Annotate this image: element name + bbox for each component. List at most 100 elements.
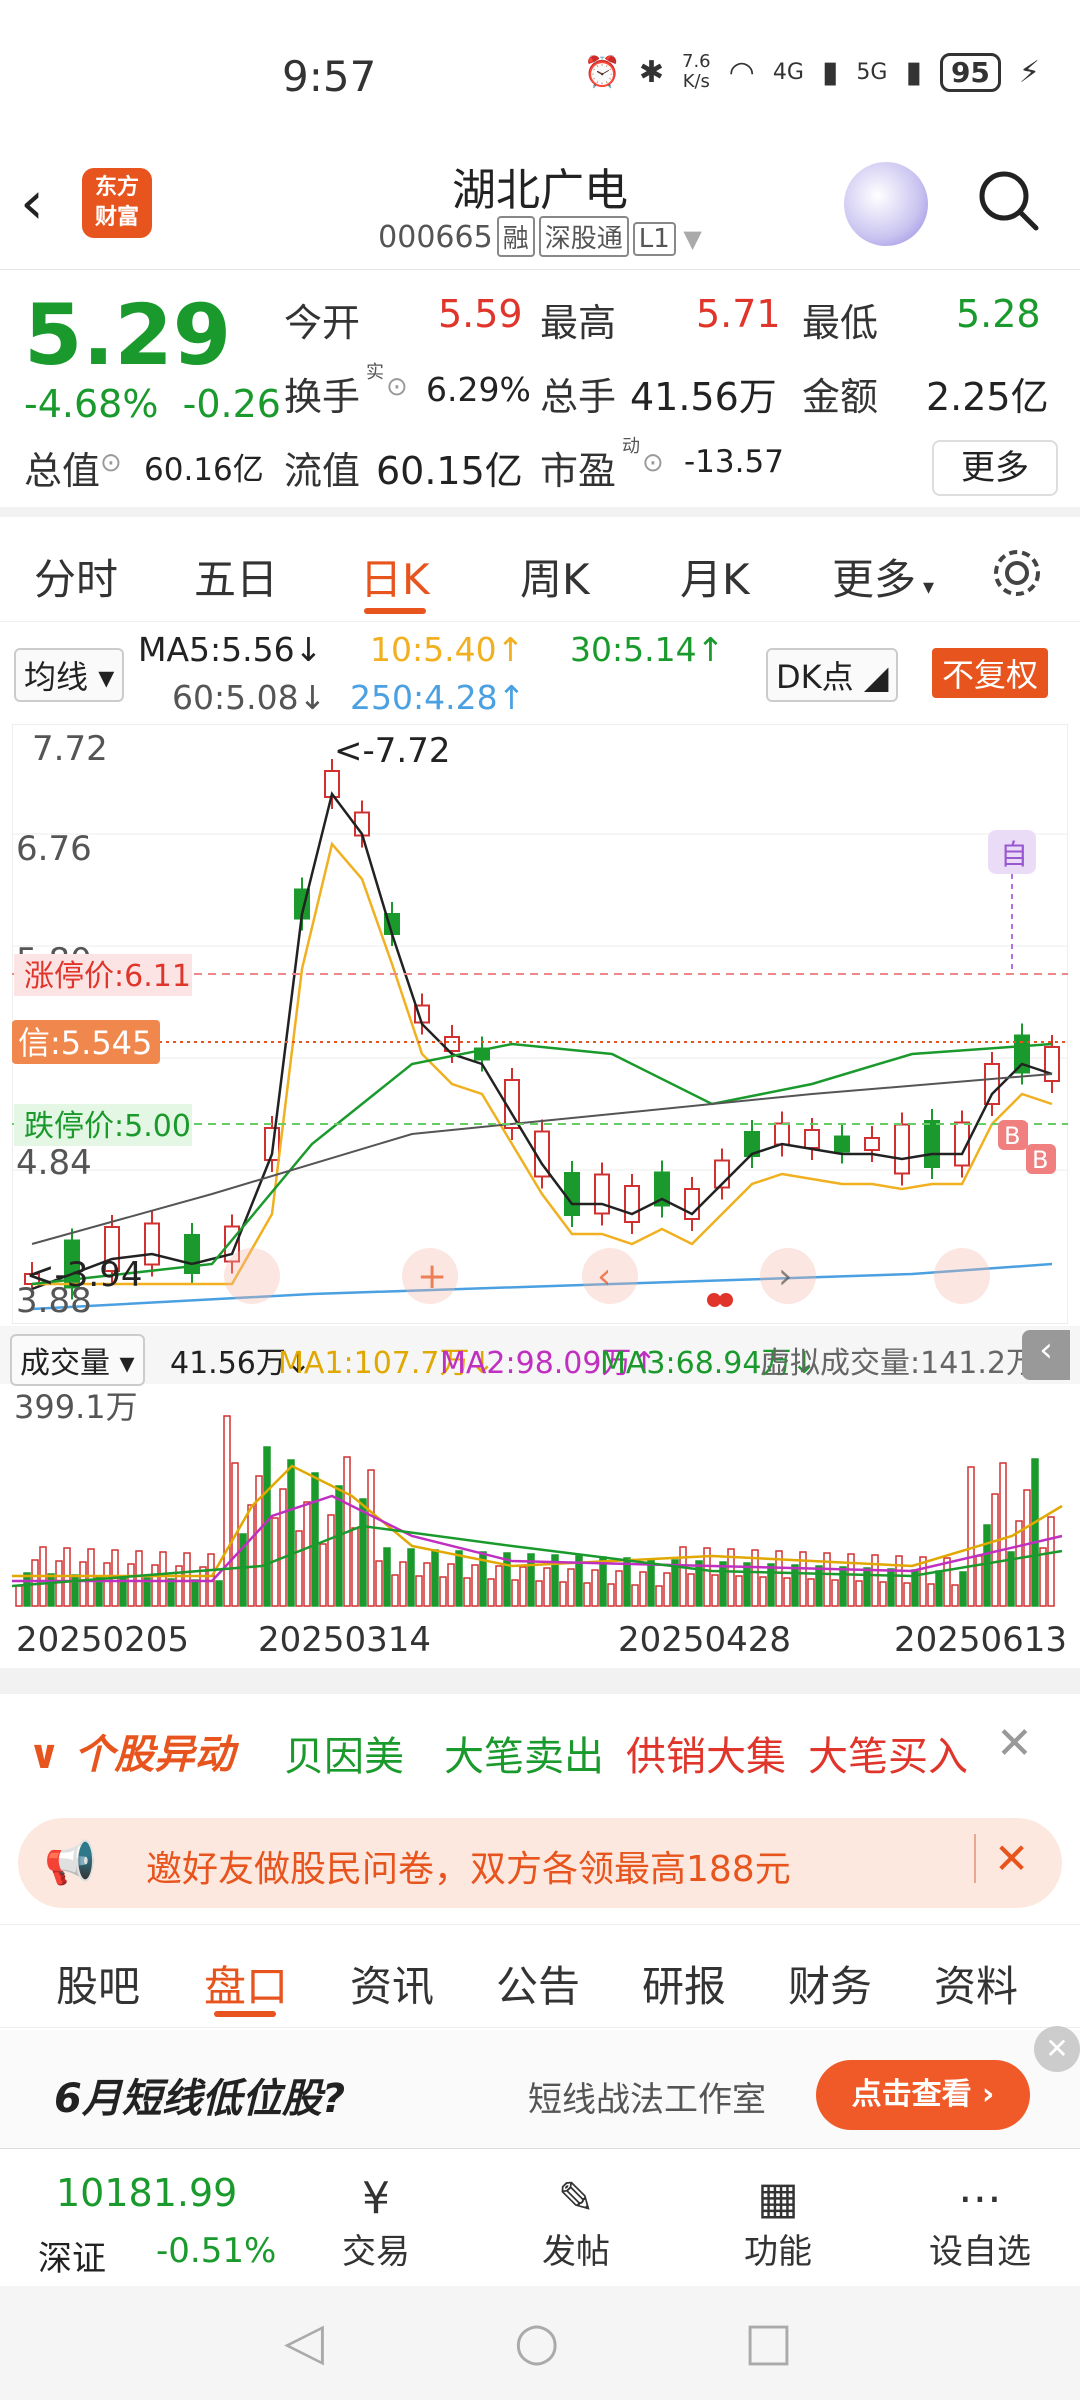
y-label-2: 6.76 xyxy=(16,829,92,869)
bottom-nav: 10181.99 深证 -0.51% ¥ 交易 ✎ 发帖 ▦ 功能 ⋯ 设自选 xyxy=(0,2148,1080,2286)
tab-weekly-k[interactable]: 周K xyxy=(520,546,590,607)
amount-value: 2.25亿 xyxy=(926,375,1049,419)
tag-level: L1 xyxy=(632,222,676,256)
pe-value: -13.57 xyxy=(684,444,784,480)
promo-banner[interactable]: 📢 邀好友做股民问卷，双方各领最高188元 ✕ xyxy=(18,1818,1062,1908)
wifi-icon: ◠ xyxy=(728,54,755,90)
self-select-label: 自 xyxy=(1000,838,1028,871)
more-button[interactable]: 更多 xyxy=(932,440,1058,496)
settings-gear-icon[interactable] xyxy=(990,546,1044,600)
amount-label: 金额 xyxy=(802,375,879,419)
tab-indicator xyxy=(364,608,426,614)
info-icon[interactable]: ⊙ xyxy=(642,448,664,478)
pe-sup: 动 xyxy=(622,436,640,457)
buy-marker-2[interactable]: B xyxy=(1032,1146,1048,1174)
signal-icon: ▮ xyxy=(821,54,839,90)
alert-item[interactable]: 贝因美 xyxy=(284,1724,404,1782)
bluetooth-icon: ✱ xyxy=(638,54,664,90)
close-icon[interactable]: ✕ xyxy=(996,1718,1033,1769)
open-value: 5.59 xyxy=(438,292,523,336)
date-axis: 20250205 20250314 20250428 20250613 xyxy=(0,1620,1080,1666)
credit-label: 信:5.545 xyxy=(18,1024,152,1062)
status-bar: 9:57 ⏰ ✱ 7.6 K/s ◠ 4G ▮ 5G ▮ 95 ⚡ xyxy=(0,0,1080,150)
candlestick-chart[interactable]: 7.72 6.76 5.80 4.84 3.88 <-7.72 <-3.94 涨… xyxy=(12,724,1068,1324)
mcap-value: 60.16亿 xyxy=(144,452,264,488)
robot-avatar-icon[interactable] xyxy=(844,162,928,246)
stock-header: ‹ 东方 财富 湖北广电 000665 融深股通 L1 ▼ xyxy=(0,150,1080,270)
high-label: 最高 xyxy=(540,301,617,345)
alert-item[interactable]: 大笔卖出 xyxy=(444,1724,604,1782)
info-icon[interactable]: ⊙ xyxy=(100,448,122,478)
volume-chart[interactable]: 399.1万 xyxy=(12,1386,1068,1611)
tab-monthly-k[interactable]: 月K xyxy=(680,546,750,607)
stock-alerts[interactable]: ∨ 个股异动 贝因美 大笔卖出 供销大集 大笔买入 ✕ xyxy=(0,1694,1080,1804)
tab-announcements[interactable]: 公告 xyxy=(496,1953,580,2014)
ad-banner[interactable]: 6月短线低位股? 短线战法工作室 点击查看 › ✕ xyxy=(0,2026,1080,2148)
tab-profile[interactable]: 资料 xyxy=(934,1953,1018,2014)
nav-post[interactable]: ✎ 发帖 xyxy=(506,2173,646,2273)
chevron-down-icon: ∨ xyxy=(28,1732,75,1778)
nav-functions[interactable]: ▦ 功能 xyxy=(708,2173,848,2273)
date-4: 20250613 xyxy=(894,1620,1068,1660)
quote-panel: 5.29 -4.68% -0.26 总值 ⊙ 60.16亿 今开 5.59 最高… xyxy=(0,272,1080,517)
open-label: 今开 xyxy=(284,301,361,345)
dk-point-select[interactable]: DK点 ◢ xyxy=(766,648,899,702)
tab-daily-k[interactable]: 日K xyxy=(360,546,430,607)
megaphone-icon: 📢 xyxy=(44,1838,97,1887)
signal-4g: 4G xyxy=(772,59,804,85)
tab-news[interactable]: 资讯 xyxy=(350,1953,434,2014)
date-3: 20250428 xyxy=(618,1620,792,1660)
float-label: 流值 xyxy=(284,449,361,493)
close-icon[interactable]: ✕ xyxy=(1034,2026,1080,2072)
battery-level: 95 xyxy=(939,52,1001,92)
zoom-out-icon[interactable] xyxy=(224,1248,280,1304)
collapse-arrow-icon[interactable]: ‹ xyxy=(1022,1330,1070,1380)
tab-indicator xyxy=(214,2011,276,2017)
nav-trade[interactable]: ¥ 交易 xyxy=(306,2173,446,2273)
close-icon[interactable]: ✕ xyxy=(974,1834,1029,1883)
tab-forum[interactable]: 股吧 xyxy=(56,1953,140,2014)
turnover-label: 换手 xyxy=(284,375,361,419)
alarm-icon: ⏰ xyxy=(583,54,621,90)
date-1: 20250205 xyxy=(16,1620,190,1660)
volume-indicator-select[interactable]: 成交量 ▾ xyxy=(10,1334,145,1386)
tab-financials[interactable]: 财务 xyxy=(788,1953,872,2014)
fullscreen-icon[interactable] xyxy=(934,1248,990,1304)
nav-add-watchlist[interactable]: ⋯ 设自选 xyxy=(910,2173,1050,2273)
turnover-sup: 实 xyxy=(366,362,384,383)
recents-nav-icon[interactable]: □ xyxy=(744,2312,793,2372)
ma250-label: 250:4.28↑ xyxy=(350,678,526,717)
yen-icon: ¥ xyxy=(362,2173,390,2224)
charging-icon: ⚡ xyxy=(1018,54,1040,90)
clock: 9:57 xyxy=(282,52,377,101)
content-tabs: 股吧 盘口 资讯 公告 研报 财务 资料 xyxy=(0,1924,1080,2028)
tag-margin: 融 xyxy=(496,216,535,257)
last-price: 5.29 xyxy=(24,286,232,384)
ad-button[interactable]: 点击查看 › xyxy=(816,2060,1030,2130)
index-change: -0.51% xyxy=(156,2231,277,2271)
info-icon[interactable]: ⊙ xyxy=(386,372,408,402)
tab-intraday[interactable]: 分时 xyxy=(34,546,118,607)
alert-item[interactable]: 供销大集 xyxy=(626,1724,786,1782)
divider xyxy=(0,1668,1080,1694)
tab-research[interactable]: 研报 xyxy=(642,1953,726,2014)
index-value[interactable]: 10181.99 xyxy=(56,2171,237,2215)
grid-icon: ▦ xyxy=(757,2173,799,2224)
tab-orderbook[interactable]: 盘口 xyxy=(204,1953,288,2014)
more-dots-icon: ⋯ xyxy=(958,2173,1002,2224)
signal-5g: 5G xyxy=(856,59,888,85)
svg-text:›: › xyxy=(778,1256,792,1297)
adjust-toggle[interactable]: 不复权 xyxy=(932,648,1049,698)
back-nav-icon[interactable]: ◁ xyxy=(284,2312,324,2372)
home-nav-icon[interactable]: ○ xyxy=(514,2312,559,2372)
ma60-label: 60:5.08↓ xyxy=(172,678,327,717)
pe-label: 市盈 xyxy=(540,449,617,493)
alert-item[interactable]: 大笔买入 xyxy=(808,1724,968,1782)
y-label-1: 7.72 xyxy=(32,729,108,769)
search-icon[interactable] xyxy=(976,168,1040,232)
indicator-select[interactable]: 均线 ▾ xyxy=(14,648,125,702)
tab-more[interactable]: 更多 ▾ xyxy=(832,546,934,607)
dropdown-icon: ▼ xyxy=(675,225,702,253)
buy-marker[interactable]: B xyxy=(1004,1122,1020,1150)
tab-5day[interactable]: 五日 xyxy=(194,546,278,607)
